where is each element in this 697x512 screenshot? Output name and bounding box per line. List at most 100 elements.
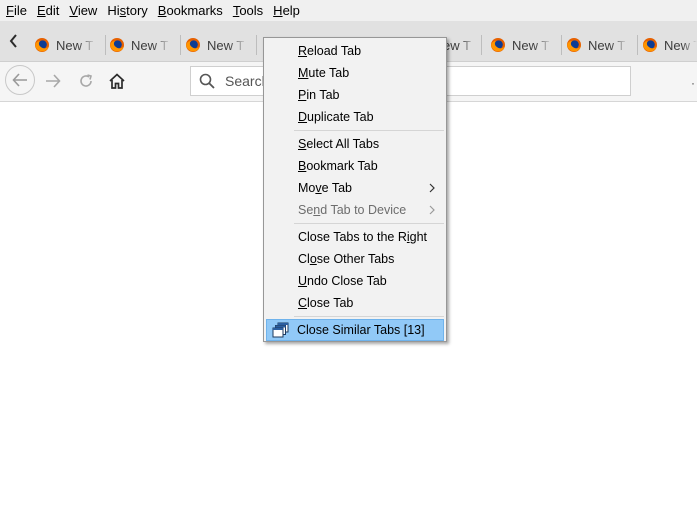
menu-item-label: Reload Tab <box>298 44 361 58</box>
forward-button[interactable] <box>42 70 64 92</box>
chevron-right-icon <box>429 183 435 193</box>
menu-item-label: Close Similar Tabs [13] <box>297 323 425 337</box>
menu-item-label: Pin Tab <box>298 88 339 102</box>
reload-button[interactable] <box>75 70 97 92</box>
menu-view[interactable]: View <box>64 0 102 21</box>
tab-label: New T <box>207 37 245 53</box>
menu-item-close-similar-tabs[interactable]: Close Similar Tabs [13] <box>266 319 444 341</box>
menu-label-post: ools <box>239 3 264 18</box>
firefox-icon <box>110 38 124 52</box>
access-key: R <box>298 44 308 58</box>
home-icon <box>109 73 125 89</box>
tab[interactable]: New T <box>105 31 181 59</box>
menu-label-post: tory <box>126 3 148 18</box>
tab-scroll-left-button[interactable] <box>0 21 28 61</box>
menu-bar: File Edit View History Bookmarks Tools H… <box>0 0 697 21</box>
back-button[interactable] <box>5 65 35 95</box>
access-key: M <box>298 66 309 80</box>
menu-item-label: Close Tabs to the Right <box>298 230 427 244</box>
menu-item-send-tab-to-device: Send Tab to Device <box>266 199 444 221</box>
menu-item-reload-tab[interactable]: Reload Tab <box>266 40 444 62</box>
menu-file[interactable]: File <box>0 0 32 21</box>
label-post: in Tab <box>306 88 340 102</box>
label-post: e Tab <box>321 181 352 195</box>
menu-label-post: dit <box>45 3 60 18</box>
label-post: eload Tab <box>307 44 362 58</box>
access-key: U <box>298 274 308 288</box>
menu-label-post: ile <box>13 3 27 18</box>
chevron-right-icon <box>429 205 435 215</box>
menu-item-label: Move Tab <box>298 181 352 195</box>
reload-icon <box>80 74 92 87</box>
menu-tools[interactable]: Tools <box>228 0 268 21</box>
tab-label: New T <box>56 37 94 53</box>
forward-arrow-icon <box>46 74 61 88</box>
access-key: D <box>298 110 308 124</box>
menu-help[interactable]: Help <box>268 0 305 21</box>
firefox-icon <box>35 38 49 52</box>
chevron-left-icon <box>9 34 17 48</box>
tab[interactable]: New T <box>181 31 257 59</box>
menu-access-key: V <box>69 3 78 18</box>
menu-item-mute-tab[interactable]: Mute Tab <box>266 62 444 84</box>
label-pre: Cl <box>298 252 310 266</box>
menu-item-close-tabs-to-right[interactable]: Close Tabs to the Right <box>266 226 444 248</box>
menu-item-undo-close-tab[interactable]: Undo Close Tab <box>266 270 444 292</box>
access-key: C <box>298 296 308 310</box>
menu-bookmarks[interactable]: Bookmarks <box>153 0 228 21</box>
home-button[interactable] <box>106 70 128 92</box>
label-pre: Mo <box>298 181 316 195</box>
overflow-menu-icon[interactable]: · <box>691 76 695 90</box>
menu-item-label: Close Tab <box>298 296 353 310</box>
tab-label: New T <box>664 37 697 53</box>
label-post: se Other Tabs <box>316 252 395 266</box>
menu-access-key: H <box>273 3 283 18</box>
menu-separator <box>294 223 444 224</box>
menu-access-key: E <box>36 3 46 18</box>
label-post: d Tab to Device <box>320 203 407 217</box>
menu-history[interactable]: History <box>102 0 152 21</box>
tab[interactable]: New T <box>30 31 106 59</box>
label-pre: Se <box>298 203 314 217</box>
menu-item-move-tab[interactable]: Move Tab <box>266 177 444 199</box>
back-arrow-icon <box>12 73 27 87</box>
firefox-icon <box>186 38 200 52</box>
menu-item-bookmark-tab[interactable]: Bookmark Tab <box>266 155 444 177</box>
menu-separator <box>294 316 444 317</box>
menu-label-post: ookmarks <box>166 3 223 18</box>
tab-label: ew T <box>443 37 471 53</box>
tab-context-menu: Reload Tab Mute Tab Pin Tab Duplicate Ta… <box>263 37 447 342</box>
menu-item-pin-tab[interactable]: Pin Tab <box>266 84 444 106</box>
search-icon <box>199 73 215 89</box>
tab-label: New T <box>131 37 169 53</box>
label-post: ndo Close Tab <box>307 274 387 288</box>
menu-item-label: Send Tab to Device <box>298 203 406 217</box>
menu-item-label: Select All Tabs <box>298 137 379 151</box>
menu-separator <box>294 130 444 131</box>
label-post: elect All Tabs <box>306 137 380 151</box>
menu-label-post: iew <box>77 3 98 18</box>
label-post: ute Tab <box>308 66 350 80</box>
menu-item-duplicate-tab[interactable]: Duplicate Tab <box>266 106 444 128</box>
windows-stack-icon <box>272 322 289 338</box>
firefox-icon <box>567 38 581 52</box>
label-post: ght <box>409 230 428 244</box>
menu-item-label: Close Other Tabs <box>298 252 394 266</box>
label-post: ookmark Tab <box>306 159 378 173</box>
label-post: uplicate Tab <box>307 110 374 124</box>
menu-access-key: F <box>6 3 14 18</box>
menu-item-close-other-tabs[interactable]: Close Other Tabs <box>266 248 444 270</box>
tab-separator <box>256 35 257 55</box>
menu-item-label: Mute Tab <box>298 66 349 80</box>
tab-separator <box>481 35 482 55</box>
tab[interactable]: New T <box>486 31 562 59</box>
tab[interactable]: New T <box>638 31 697 59</box>
tab[interactable]: New T <box>562 31 638 59</box>
label-pre: Close Tabs to the R <box>298 230 407 244</box>
menu-item-label: Undo Close Tab <box>298 274 387 288</box>
menu-item-select-all-tabs[interactable]: Select All Tabs <box>266 133 444 155</box>
tab-label: New T <box>588 37 626 53</box>
menu-item-close-tab[interactable]: Close Tab <box>266 292 444 314</box>
firefox-icon <box>643 38 657 52</box>
menu-edit[interactable]: Edit <box>32 0 64 21</box>
